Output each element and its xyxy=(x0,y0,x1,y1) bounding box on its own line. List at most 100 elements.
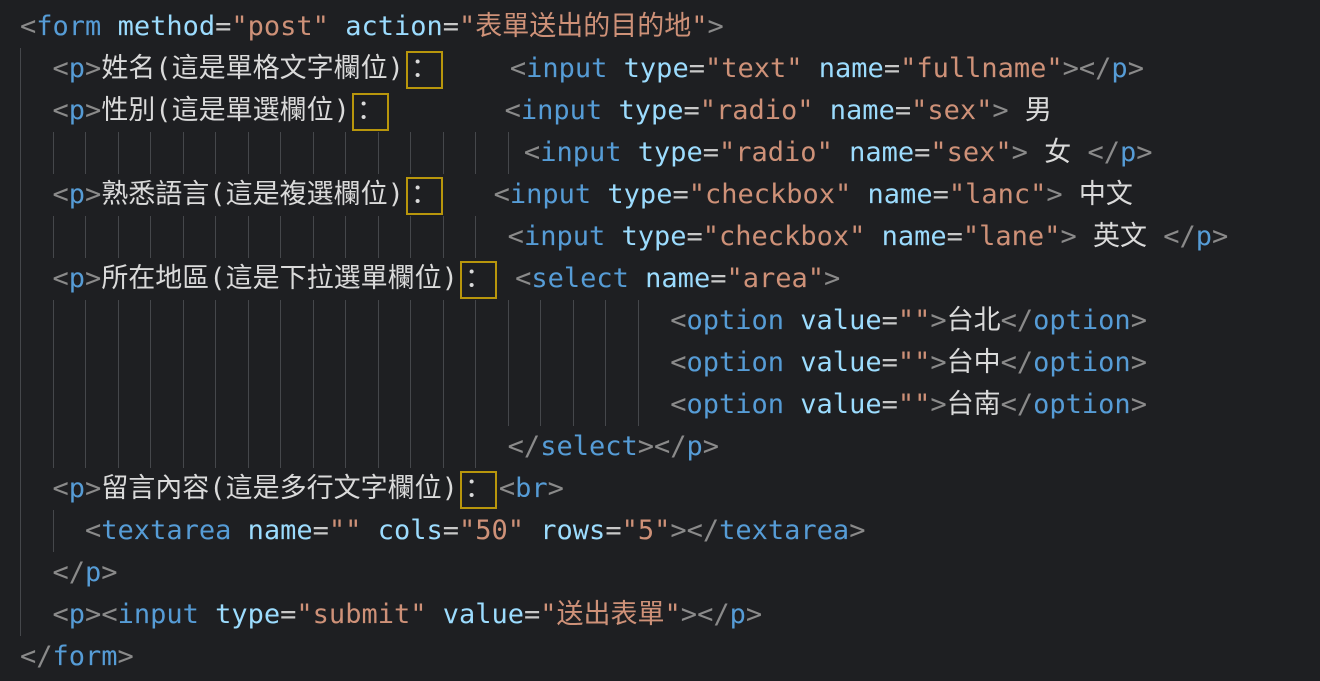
code-token-pun: < xyxy=(510,53,526,84)
code-token-sp xyxy=(607,53,623,84)
code-token-attr: rows xyxy=(540,515,605,546)
code-token-attr: value xyxy=(800,305,881,336)
code-token-pun: </ xyxy=(53,557,86,588)
code-text: <option value="">台南</option> xyxy=(20,389,1147,420)
code-token-tag: form xyxy=(36,11,101,42)
code-token-tag: option xyxy=(1033,305,1131,336)
code-token-tag: form xyxy=(53,641,118,672)
code-token-attr: name xyxy=(882,221,947,252)
code-token-pun: > xyxy=(85,53,101,84)
leading-indent xyxy=(20,221,508,252)
code-token-txt: 中文 xyxy=(1063,179,1133,210)
code-line[interactable]: <input type="radio" name="sex"> 女 </p> xyxy=(20,132,1320,174)
unicode-highlight-colon: ： xyxy=(406,177,443,215)
code-token-pun: </ xyxy=(508,431,541,462)
code-token-str: "radio" xyxy=(700,95,814,126)
leading-indent xyxy=(20,95,53,126)
code-token-pun: < xyxy=(670,389,686,420)
code-token-str: "sex" xyxy=(911,95,992,126)
code-token-pun: </ xyxy=(687,515,720,546)
code-token-pun: < xyxy=(101,599,117,630)
leading-indent xyxy=(20,53,53,84)
code-token-tag: input xyxy=(524,221,605,252)
code-line[interactable]: </select></p> xyxy=(20,426,1320,468)
code-token-sp xyxy=(391,95,505,126)
code-line[interactable]: <option value="">台北</option> xyxy=(20,300,1320,342)
code-token-str: "" xyxy=(898,389,931,420)
code-token-sp xyxy=(851,179,867,210)
unicode-highlight-colon: ： xyxy=(406,51,443,89)
code-line[interactable]: <option value="">台南</option> xyxy=(20,384,1320,426)
code-token-sp xyxy=(329,11,345,42)
code-token-eq: = xyxy=(215,11,231,42)
code-line[interactable]: <option value="">台中</option> xyxy=(20,342,1320,384)
code-line[interactable]: </form> xyxy=(20,636,1320,678)
code-line[interactable]: <p>所在地區(這是下拉選單欄位)： <select name="area"> xyxy=(20,258,1320,300)
code-token-tag: input xyxy=(118,599,199,630)
code-line[interactable]: <p><input type="submit" value="送出表單"></p… xyxy=(20,594,1320,636)
code-token-pun: > xyxy=(638,431,654,462)
code-token-pun: < xyxy=(494,179,510,210)
code-token-sp xyxy=(199,599,215,630)
code-line[interactable]: <input type="checkbox" name="lane"> 英文 <… xyxy=(20,216,1320,258)
code-token-eq: = xyxy=(914,137,930,168)
code-line[interactable]: <p>姓名(這是單格文字欄位)： <input type="text" name… xyxy=(20,48,1320,90)
code-token-pun: > xyxy=(703,431,719,462)
code-token-sp xyxy=(591,179,607,210)
code-token-pun: > xyxy=(849,515,865,546)
code-token-tag: p xyxy=(687,431,703,462)
code-line[interactable]: </p> xyxy=(20,552,1320,594)
code-token-txt: 留言內容(這是多行文字欄位) xyxy=(101,473,458,504)
code-text: <p>性別(這是單選欄位)： <input type="radio" name=… xyxy=(20,95,1052,126)
code-token-eq: = xyxy=(280,599,296,630)
code-token-str: "5" xyxy=(622,515,671,546)
code-token-str: "送出表單" xyxy=(540,599,681,630)
code-line[interactable]: <p>留言內容(這是多行文字欄位)：<br> xyxy=(20,468,1320,510)
code-line[interactable]: <form method="post" action="表單送出的目的地"> xyxy=(20,6,1320,48)
code-line[interactable]: <textarea name="" cols="50" rows="5"></t… xyxy=(20,510,1320,552)
code-token-tag: textarea xyxy=(101,515,231,546)
code-token-pun: > xyxy=(548,473,564,504)
code-token-attr: name xyxy=(248,515,313,546)
code-token-pun: < xyxy=(670,347,686,378)
code-token-eq: = xyxy=(605,515,621,546)
code-token-tag: p xyxy=(1120,137,1136,168)
code-token-pun: > xyxy=(1131,347,1147,378)
code-token-pun: > xyxy=(681,599,697,630)
code-token-eq: = xyxy=(947,221,963,252)
code-line[interactable]: <p>性別(這是單選欄位)： <input type="radio" name=… xyxy=(20,90,1320,132)
code-token-eq: = xyxy=(443,11,459,42)
code-token-eq: = xyxy=(895,95,911,126)
code-token-pun: > xyxy=(1012,137,1028,168)
code-text: <p>姓名(這是單格文字欄位)： <input type="text" name… xyxy=(20,53,1144,84)
code-token-eq: = xyxy=(882,347,898,378)
unicode-highlight-colon: ： xyxy=(460,261,497,299)
code-token-pun: </ xyxy=(1001,305,1034,336)
code-token-eq: = xyxy=(710,263,726,294)
code-token-pun: > xyxy=(85,179,101,210)
code-token-pun: > xyxy=(1131,305,1147,336)
code-token-attr: type xyxy=(621,221,686,252)
code-token-pun: < xyxy=(505,95,521,126)
code-line[interactable]: <p>熟悉語言(這是複選欄位)： <input type="checkbox" … xyxy=(20,174,1320,216)
code-token-pun: < xyxy=(53,263,69,294)
code-text: <input type="radio" name="sex"> 女 </p> xyxy=(20,137,1153,168)
code-token-str: "area" xyxy=(726,263,824,294)
code-token-tag: select xyxy=(540,431,638,462)
code-token-tag: input xyxy=(510,179,591,210)
code-token-txt: 男 xyxy=(1009,95,1052,126)
unicode-highlight-colon: ： xyxy=(352,93,389,131)
code-editor[interactable]: <form method="post" action="表單送出的目的地"> <… xyxy=(0,0,1320,681)
code-token-attr: name xyxy=(819,53,884,84)
code-token-pun: > xyxy=(1131,389,1147,420)
code-token-attr: type xyxy=(624,53,689,84)
code-token-pun: > xyxy=(930,389,946,420)
code-token-tag: input xyxy=(521,95,602,126)
code-token-tag: input xyxy=(540,137,621,168)
code-token-sp xyxy=(605,221,621,252)
code-token-tag: select xyxy=(531,263,629,294)
code-token-pun: < xyxy=(508,221,524,252)
code-token-eq: = xyxy=(313,515,329,546)
code-text: <option value="">台中</option> xyxy=(20,347,1147,378)
code-token-pun: > xyxy=(670,515,686,546)
